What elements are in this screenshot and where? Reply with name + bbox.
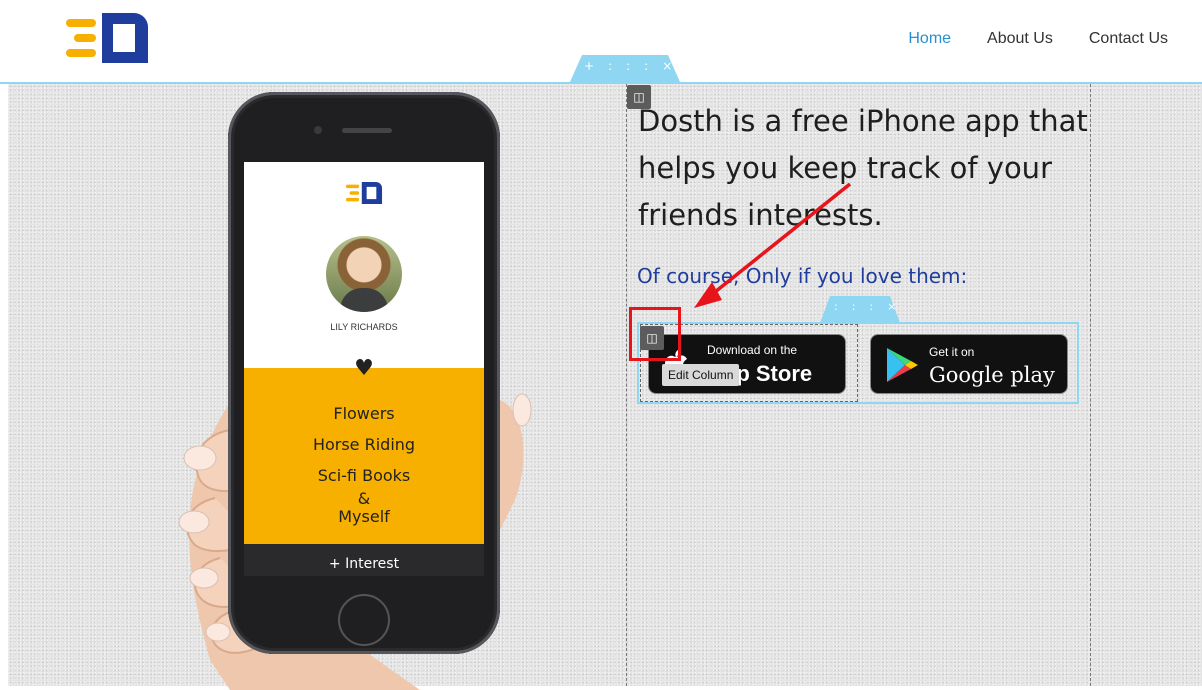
interest-item: Sci-fi Books <box>317 466 411 485</box>
move-row-icon[interactable]: ::: <box>834 300 887 313</box>
row-toolbar: :::× <box>820 296 900 323</box>
column-guide-left <box>626 84 627 686</box>
interest-separator: & <box>357 489 371 508</box>
app-logo-icon <box>345 182 383 204</box>
google-play-button[interactable]: Get it on Google play <box>870 334 1068 394</box>
move-section-icon[interactable]: ::: <box>608 59 662 73</box>
google-play-icon <box>887 348 918 382</box>
interest-item: Myself <box>338 507 390 526</box>
heart-icon: ♥ <box>354 356 374 381</box>
phone-speaker <box>342 128 392 133</box>
google-play-small-text: Get it on <box>929 345 975 359</box>
phone-screen: LILY RICHARDS Flowers Horse Riding Sci-f… <box>244 162 484 576</box>
google-play-big-text: Google play <box>929 363 1055 387</box>
close-row-icon[interactable]: × <box>887 300 910 313</box>
close-section-icon[interactable]: × <box>662 59 686 73</box>
interests-panel: Flowers Horse Riding Sci-fi Books & Myse… <box>244 368 484 544</box>
main-nav: Home About Us Contact Us <box>908 30 1168 48</box>
add-section-icon[interactable]: + <box>584 59 608 73</box>
add-interest-button[interactable]: + Interest <box>244 544 484 576</box>
nav-home[interactable]: Home <box>908 30 951 48</box>
avatar <box>326 236 402 312</box>
phone-camera-icon <box>314 126 322 134</box>
phone-mockup: LILY RICHARDS Flowers Horse Riding Sci-f… <box>170 90 610 690</box>
hero-subheadline: Of course, Only if you love them: <box>637 264 968 288</box>
interest-item: Horse Riding <box>312 435 416 454</box>
app-store-small-text: Download on the <box>707 343 798 357</box>
column-guide-right <box>1090 84 1091 686</box>
dosth-logo-icon[interactable] <box>66 13 148 63</box>
section-toolbar: +:::× <box>570 55 680 82</box>
edit-column-tooltip: Edit Column <box>662 364 740 386</box>
highlight-box <box>629 307 681 361</box>
interest-item: Flowers <box>333 404 395 423</box>
hero-headline: Dosth is a free iPhone app that helps yo… <box>638 104 1088 232</box>
phone-home-button <box>338 594 390 646</box>
nav-contact-us[interactable]: Contact Us <box>1089 30 1168 48</box>
user-name: LILY RICHARDS <box>330 322 398 332</box>
nav-about-us[interactable]: About Us <box>987 30 1053 48</box>
phone-frame: LILY RICHARDS Flowers Horse Riding Sci-f… <box>228 92 500 654</box>
